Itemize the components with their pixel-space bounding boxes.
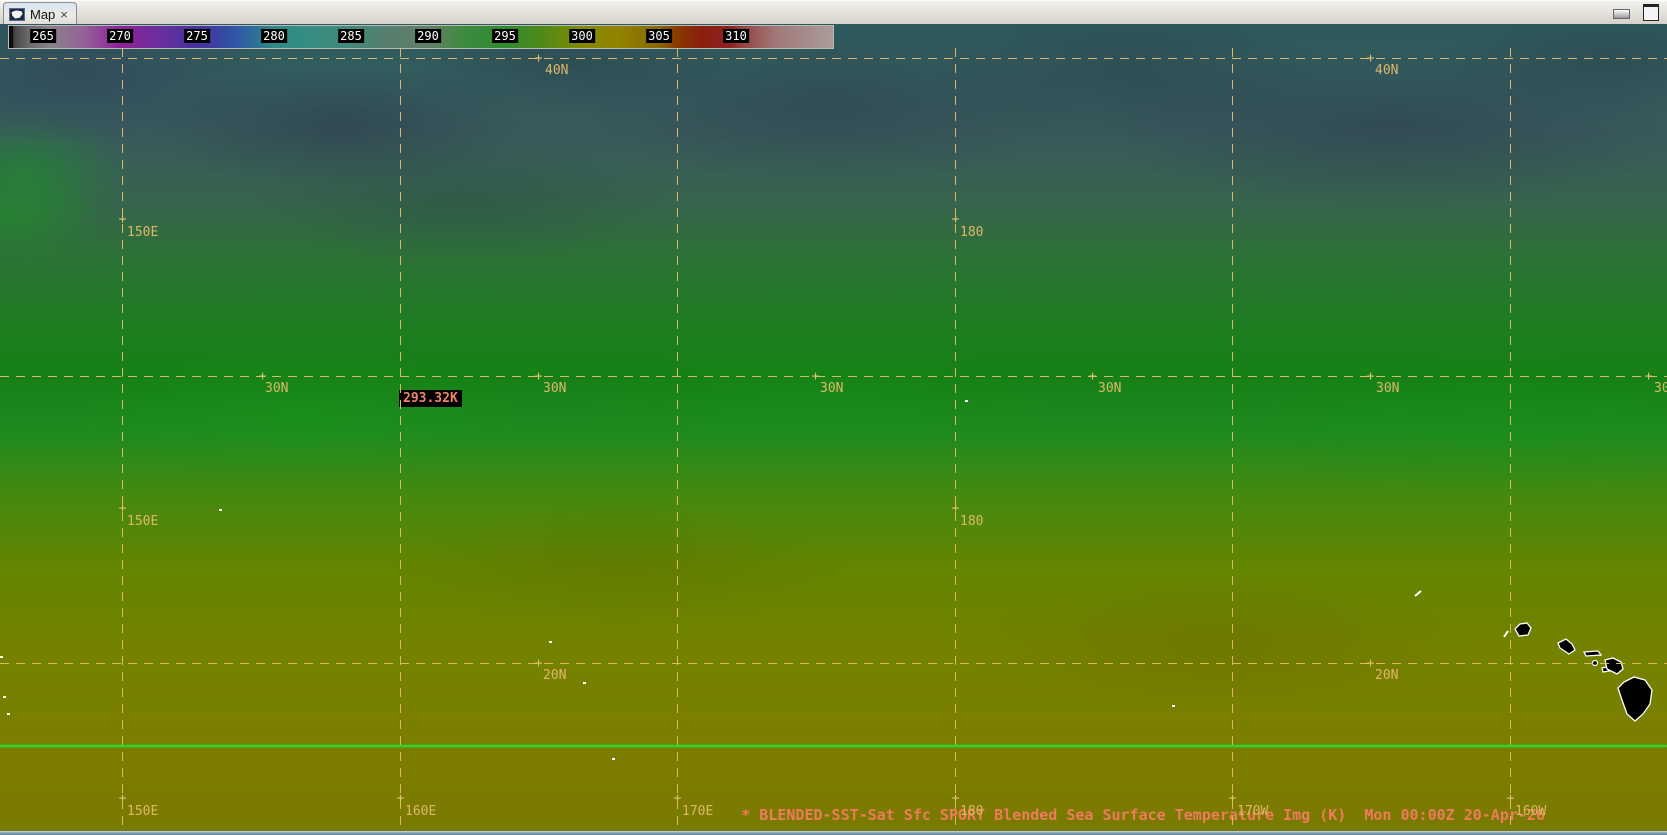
colorbar[interactable]: 265 270 275 280 285 290 295 300 305 310 [8, 25, 834, 49]
lon-gridline-160E [400, 48, 401, 831]
island-oahu [1514, 622, 1532, 637]
lon-tick: + [118, 501, 127, 516]
lon-tick: + [118, 791, 127, 806]
lat-label: 30N [265, 381, 289, 396]
islet-speck [0, 656, 3, 658]
lat-tick: + [1366, 656, 1375, 671]
lat-gridline-30N [0, 376, 1667, 377]
window-bottom-border [0, 831, 1667, 835]
island-molokai [1557, 638, 1576, 655]
lon-gridline-170E [677, 48, 678, 831]
lat-label: 30N [543, 381, 567, 396]
lat-label: 30N [1098, 381, 1122, 396]
island-lanai [1582, 650, 1603, 657]
lon-label: 180 [960, 514, 984, 529]
lon-tick: + [673, 791, 682, 806]
sample-readout: 293.32K [399, 390, 462, 407]
tab-label: Map [30, 6, 56, 22]
lat-tick: + [534, 51, 543, 66]
lon-tick: + [118, 212, 127, 227]
tab-bar: Map × [0, 0, 1667, 25]
lat-tick: + [534, 656, 543, 671]
islet-speck [219, 509, 222, 511]
lat-label: 20N [1375, 668, 1399, 683]
colorbar-left-cap [9, 26, 13, 48]
colorbar-tick-305: 305 [646, 29, 672, 43]
colorbar-tick-275: 275 [184, 29, 210, 43]
lon-tick: + [951, 212, 960, 227]
window-controls [1613, 3, 1659, 21]
lat-label: 30N [1376, 381, 1400, 396]
lon-label: 150E [127, 804, 159, 819]
lon-gridline-160W [1510, 48, 1511, 831]
colorbar-tick-300: 300 [569, 29, 595, 43]
lat-tick: + [1088, 369, 1097, 384]
islet-speck [1172, 705, 1175, 707]
maximize-icon[interactable] [1643, 3, 1659, 21]
lat-label: 30N [1654, 381, 1667, 396]
product-legend[interactable]: * BLENDED-SST-Sat Sfc SPORT Blended Sea … [741, 806, 1545, 824]
colorbar-tick-295: 295 [492, 29, 518, 43]
colorbar-tick-285: 285 [338, 29, 364, 43]
colorbar-tick-290: 290 [415, 29, 441, 43]
hawaiian-islands [1414, 590, 1653, 722]
lat-tick: + [1366, 51, 1375, 66]
lon-tick: + [951, 791, 960, 806]
lon-gridline-170W [1232, 48, 1233, 831]
tab-map[interactable]: Map × [3, 2, 77, 25]
lon-label: 160W [1515, 804, 1547, 819]
lat-label: 40N [1375, 63, 1399, 78]
island-sliver [1414, 590, 1422, 597]
island-sliver [1503, 630, 1509, 638]
lat-gridline-40N [0, 58, 1667, 59]
lon-gridline-150E [122, 48, 123, 831]
lon-label: 160E [405, 804, 437, 819]
lon-label: 150E [127, 514, 159, 529]
lon-label: 170W [1237, 804, 1269, 819]
lat-tick: + [534, 369, 543, 384]
islet-speck [549, 641, 552, 643]
islet-speck [965, 400, 968, 402]
lon-gridline-180 [955, 48, 956, 831]
islet-speck [3, 696, 6, 698]
islet-speck [612, 758, 615, 760]
lat-tick: + [811, 369, 820, 384]
lon-label: 180 [960, 804, 984, 819]
colorbar-tick-280: 280 [261, 29, 287, 43]
baseline-indicator-line [0, 745, 1667, 747]
lon-tick: + [1228, 791, 1237, 806]
lon-tick: + [1506, 791, 1515, 806]
lon-label: 180 [960, 225, 984, 240]
islet-speck [7, 713, 10, 715]
map-canvas[interactable]: 265 270 275 280 285 290 295 300 305 310 293.32K *… [0, 24, 1667, 831]
cave-window: Map × 265 270 275 280 285 290 295 300 305 310 293… [0, 0, 1667, 835]
lat-tick: + [1644, 369, 1653, 384]
lon-label: 150E [127, 225, 159, 240]
colorbar-tick-265: 265 [30, 29, 56, 43]
lon-label: 170E [682, 804, 714, 819]
lon-tick: + [951, 501, 960, 516]
lat-tick: + [258, 369, 267, 384]
lon-tick: + [396, 791, 405, 806]
island-big-island [1617, 676, 1653, 722]
colorbar-tick-270: 270 [107, 29, 133, 43]
map-icon [9, 7, 25, 21]
islet-speck [583, 682, 586, 684]
lat-label: 20N [543, 668, 567, 683]
tab-close-icon[interactable]: × [60, 7, 68, 22]
colorbar-tick-310: 310 [723, 29, 749, 43]
lat-tick: + [1366, 369, 1375, 384]
lat-label: 30N [820, 381, 844, 396]
lat-gridline-20N [0, 663, 1667, 664]
lat-label: 40N [545, 63, 569, 78]
minimize-icon[interactable] [1613, 9, 1630, 19]
